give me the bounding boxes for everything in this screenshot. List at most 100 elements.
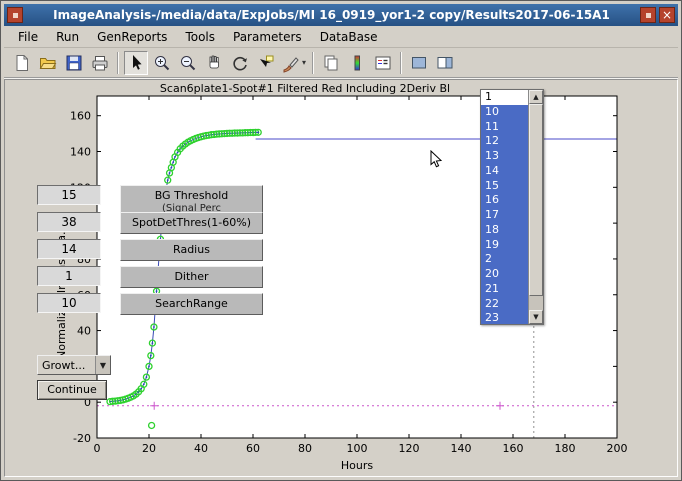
pan-hand-icon	[204, 53, 224, 73]
menu-parameters[interactable]: Parameters	[225, 28, 310, 46]
scroll-down-button[interactable]: ▼	[529, 310, 543, 324]
save-floppy-icon	[64, 53, 84, 73]
show-plot-tools-icon	[435, 53, 455, 73]
data-cursor-icon	[256, 53, 276, 73]
toolbar: ▾	[4, 48, 678, 78]
dropdown-scrollbar[interactable]: ▲ ▼	[528, 90, 543, 324]
window-title: ImageAnalysis-/media/data/ExpJobs/MI 16_…	[26, 8, 637, 22]
app-window: ImageAnalysis-/media/data/ExpJobs/MI 16_…	[0, 0, 682, 481]
dropdown-item[interactable]: 22	[481, 297, 528, 312]
svg-text:40: 40	[77, 325, 91, 338]
pointer-tool-button[interactable]	[124, 51, 148, 75]
dropdown-item[interactable]: 21	[481, 282, 528, 297]
svg-text:180: 180	[555, 442, 576, 455]
dropdown-item[interactable]: 20	[481, 267, 528, 282]
menubar: File Run GenReports Tools Parameters Dat…	[4, 26, 678, 48]
insert-legend-button[interactable]	[371, 51, 395, 75]
scrollbar-track[interactable]	[529, 296, 543, 310]
toolbar-separator	[312, 52, 314, 74]
scroll-up-button[interactable]: ▲	[529, 90, 543, 104]
dropdown-item[interactable]: 15	[481, 179, 528, 194]
svg-text:0: 0	[94, 442, 101, 455]
dropdown-item[interactable]: 1	[481, 90, 528, 105]
new-figure-button[interactable]	[10, 51, 34, 75]
svg-text:120: 120	[399, 442, 420, 455]
dither-button[interactable]: Dither	[120, 266, 263, 288]
growth-popup-menu[interactable]: Growt... ▼	[37, 355, 111, 375]
dropdown-item[interactable]: 10	[481, 105, 528, 120]
open-file-button[interactable]	[36, 51, 60, 75]
rotate-3d-button[interactable]	[228, 51, 252, 75]
zoom-out-button[interactable]	[176, 51, 200, 75]
radius-field[interactable]	[37, 239, 101, 259]
dropdown-item[interactable]: 12	[481, 134, 528, 149]
chevron-down-icon: ▾	[302, 58, 306, 67]
svg-text:140: 140	[451, 442, 472, 455]
dither-field[interactable]	[37, 266, 101, 286]
dropdown-item[interactable]: 17	[481, 208, 528, 223]
rotate-3d-icon	[230, 53, 250, 73]
zoom-in-icon	[152, 53, 172, 73]
menu-genreports[interactable]: GenReports	[89, 28, 175, 46]
chevron-down-icon: ▼	[95, 356, 110, 374]
dropdown-item[interactable]: 19	[481, 238, 528, 253]
save-figure-button[interactable]	[62, 51, 86, 75]
svg-text:-20: -20	[73, 432, 91, 445]
dropdown-item[interactable]: 23	[481, 311, 528, 324]
dropdown-item[interactable]: 14	[481, 164, 528, 179]
search-range-button[interactable]: SearchRange	[120, 293, 263, 315]
window-menu-button[interactable]	[7, 7, 23, 23]
new-document-icon	[12, 53, 32, 73]
spot-det-thres-field[interactable]	[37, 212, 101, 232]
menu-tools[interactable]: Tools	[177, 28, 223, 46]
menu-run[interactable]: Run	[48, 28, 87, 46]
bg-threshold-button[interactable]: BG Threshold (Signal Perc	[120, 185, 263, 215]
figure-area: Scan6plate1-Spot#1 Filtered Red Includin…	[4, 79, 678, 477]
minimize-icon	[646, 13, 651, 18]
menu-file[interactable]: File	[10, 28, 46, 46]
titlebar[interactable]: ImageAnalysis-/media/data/ExpJobs/MI 16_…	[4, 4, 678, 26]
x-axis-label: Hours	[97, 459, 617, 472]
search-range-field[interactable]	[37, 293, 101, 313]
brush-icon	[281, 53, 301, 73]
data-cursor-button[interactable]	[254, 51, 278, 75]
hide-plot-tools-button[interactable]	[407, 51, 431, 75]
insert-colorbar-button[interactable]	[345, 51, 369, 75]
radius-button[interactable]: Radius	[120, 239, 263, 261]
growth-popup-label: Growt...	[38, 359, 95, 372]
dropdown-item[interactable]: 16	[481, 193, 528, 208]
y-axis-label: Normalized Intensity a.u.	[55, 215, 69, 365]
svg-text:20: 20	[142, 442, 156, 455]
hide-plot-tools-icon	[409, 53, 429, 73]
dropdown-item[interactable]: 13	[481, 149, 528, 164]
open-folder-icon	[38, 53, 58, 73]
spot-det-thres-button[interactable]: SpotDetThres(1-60%)	[120, 212, 263, 234]
legend-icon	[373, 53, 393, 73]
show-plot-tools-button[interactable]	[433, 51, 457, 75]
zoom-out-icon	[178, 53, 198, 73]
toolbar-separator	[117, 52, 119, 74]
scrollbar-thumb[interactable]	[529, 104, 543, 296]
dropdown-item[interactable]: 11	[481, 120, 528, 135]
print-figure-button[interactable]	[88, 51, 112, 75]
menu-database[interactable]: DataBase	[312, 28, 386, 46]
minimize-button[interactable]	[640, 7, 656, 23]
dropdown-item[interactable]: 2	[481, 252, 528, 267]
svg-text:40: 40	[194, 442, 208, 455]
svg-text:100: 100	[347, 442, 368, 455]
pointer-arrow-icon	[126, 53, 146, 73]
dropdown-item[interactable]: 18	[481, 223, 528, 238]
svg-text:160: 160	[503, 442, 524, 455]
close-button[interactable]: ×	[659, 7, 675, 23]
svg-text:200: 200	[607, 442, 628, 455]
bg-threshold-label: BG Threshold	[121, 189, 262, 202]
zoom-in-button[interactable]	[150, 51, 174, 75]
svg-text:140: 140	[70, 146, 91, 159]
brush-tool-button[interactable]: ▾	[280, 51, 307, 75]
continue-button[interactable]: Continue	[37, 380, 107, 400]
spot-number-dropdown: 1 10 11 12 13 14 15 16 17 18 19 2 20 21 …	[480, 89, 544, 325]
pan-tool-button[interactable]	[202, 51, 226, 75]
copy-figure-button[interactable]	[319, 51, 343, 75]
colorbar-icon	[347, 53, 367, 73]
bg-threshold-field[interactable]	[37, 185, 101, 205]
